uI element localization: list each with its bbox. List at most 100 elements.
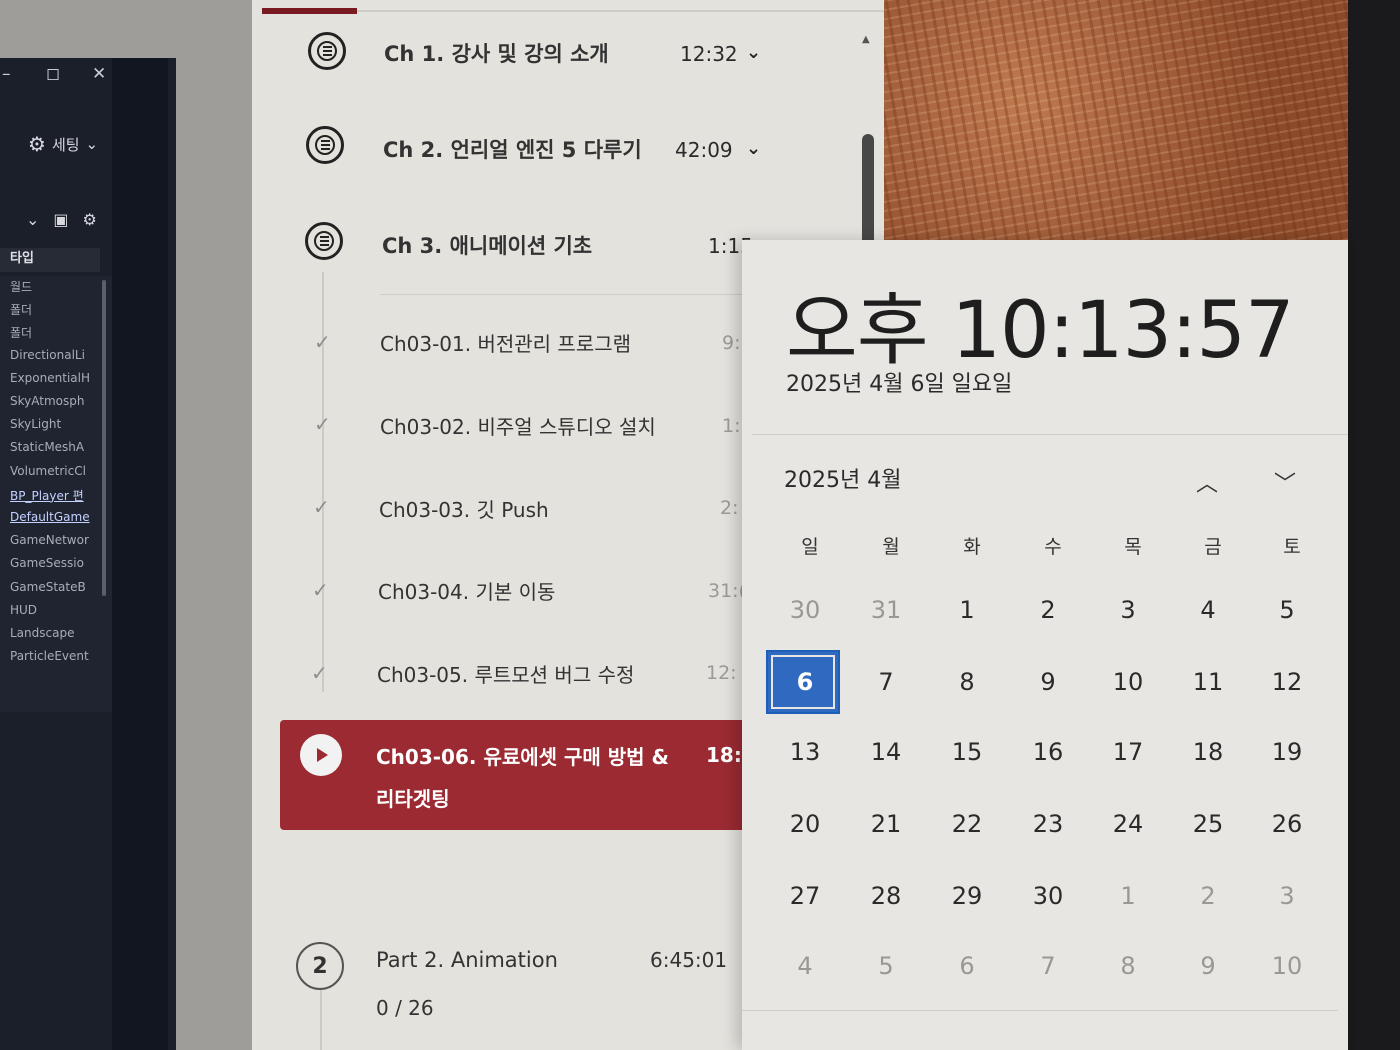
outliner-item[interactable]: 폴더 bbox=[10, 301, 98, 318]
active-lesson-title-line2: 리타겟팅 bbox=[376, 787, 450, 811]
scroll-up-icon[interactable]: ▲ bbox=[862, 34, 870, 45]
outliner-scrollbar[interactable] bbox=[102, 280, 106, 596]
outliner-item[interactable]: ParticleEvent bbox=[10, 649, 98, 663]
calendar-day[interactable]: 12 bbox=[1252, 652, 1322, 712]
calendar-day[interactable]: 7 bbox=[1013, 936, 1083, 996]
active-tab-indicator bbox=[262, 8, 357, 14]
outliner-item[interactable]: StaticMeshA bbox=[10, 440, 98, 454]
chevron-down-icon[interactable]: ⌄ bbox=[26, 210, 39, 229]
outliner-item[interactable]: Landscape bbox=[10, 626, 98, 640]
calendar-day[interactable]: 10 bbox=[1252, 936, 1322, 996]
calendar-day[interactable]: 14 bbox=[851, 722, 921, 782]
calendar-day[interactable]: 6 bbox=[932, 936, 1002, 996]
divider bbox=[357, 10, 884, 12]
calendar-day[interactable]: 8 bbox=[932, 652, 1002, 712]
chevron-down-icon[interactable]: ⌄ bbox=[746, 42, 761, 63]
lesson-duration: 9: bbox=[722, 332, 741, 354]
chapter-title[interactable]: Ch 2. 언리얼 엔진 5 다루기 bbox=[383, 134, 642, 164]
calendar-day[interactable]: 2 bbox=[1173, 866, 1243, 926]
settings-button[interactable]: ⚙ 세팅 ⌄ bbox=[28, 132, 98, 156]
month-label[interactable]: 2025년 4월 bbox=[784, 462, 901, 494]
folder-add-icon[interactable]: ▣ bbox=[53, 210, 68, 229]
calendar-day[interactable]: 25 bbox=[1173, 794, 1243, 854]
active-lesson[interactable] bbox=[280, 720, 750, 830]
outliner-item[interactable]: ExponentialH bbox=[10, 371, 98, 385]
calendar-day[interactable]: 16 bbox=[1013, 722, 1083, 782]
scrollbar-thumb[interactable] bbox=[862, 134, 874, 254]
lesson-title[interactable]: Ch03-03. 깃 Push bbox=[379, 494, 549, 523]
calendar-day[interactable]: 7 bbox=[851, 652, 921, 712]
outliner-item[interactable]: DefaultGame bbox=[10, 510, 98, 524]
outliner-item[interactable]: VolumetricCl bbox=[10, 464, 98, 478]
outliner-item[interactable]: 월드 bbox=[10, 278, 98, 295]
previous-month-icon[interactable]: ︿ bbox=[1196, 466, 1218, 498]
check-icon: ✓ bbox=[312, 578, 329, 602]
close-button[interactable]: ✕ bbox=[92, 64, 106, 84]
outliner-item[interactable]: DirectionalLi bbox=[10, 348, 98, 362]
part-title[interactable]: Part 2. Animation bbox=[376, 948, 558, 972]
calendar-day[interactable]: 23 bbox=[1013, 794, 1083, 854]
calendar-day[interactable]: 30 bbox=[1013, 866, 1083, 926]
weekday-header: 수 bbox=[1044, 536, 1062, 558]
calendar-day[interactable]: 4 bbox=[1173, 580, 1243, 640]
calendar-day[interactable]: 19 bbox=[1252, 722, 1322, 782]
calendar-day[interactable]: 17 bbox=[1093, 722, 1163, 782]
calendar-day[interactable]: 30 bbox=[770, 580, 840, 640]
lesson-title[interactable]: Ch03-02. 비주얼 스튜디오 설치 bbox=[380, 411, 656, 440]
calendar-day[interactable]: 1 bbox=[1093, 866, 1163, 926]
next-month-icon[interactable]: ﹀ bbox=[1274, 466, 1296, 498]
chapter-title[interactable]: Ch 1. 강사 및 강의 소개 bbox=[384, 38, 609, 68]
calendar-day-today[interactable]: 6 bbox=[770, 652, 840, 712]
calendar-day[interactable]: 27 bbox=[770, 866, 840, 926]
calendar-day[interactable]: 22 bbox=[932, 794, 1002, 854]
calendar-day[interactable]: 21 bbox=[851, 794, 921, 854]
calendar-day[interactable]: 2 bbox=[1013, 580, 1083, 640]
play-icon[interactable] bbox=[300, 734, 342, 776]
outliner-item[interactable]: BP_Player 편 bbox=[10, 487, 98, 504]
outliner-item[interactable]: GameStateB bbox=[10, 580, 98, 594]
gear-icon[interactable]: ⚙ bbox=[83, 210, 97, 229]
lesson-title[interactable]: Ch03-04. 기본 이동 bbox=[378, 576, 555, 605]
outliner-type-header[interactable]: 타입 bbox=[0, 248, 100, 272]
active-lesson-duration: 18: bbox=[706, 743, 742, 767]
calendar-day[interactable]: 13 bbox=[770, 722, 840, 782]
desktop-wallpaper bbox=[884, 0, 1348, 250]
calendar-day[interactable]: 10 bbox=[1093, 652, 1163, 712]
restore-button[interactable]: ◻ bbox=[46, 64, 60, 84]
chevron-down-icon[interactable]: ⌄ bbox=[746, 138, 761, 159]
full-date[interactable]: 2025년 4월 6일 일요일 bbox=[786, 366, 1012, 398]
calendar-day[interactable]: 28 bbox=[851, 866, 921, 926]
lesson-title[interactable]: Ch03-01. 버전관리 프로그램 bbox=[380, 328, 631, 357]
calendar-day[interactable]: 3 bbox=[1252, 866, 1322, 926]
minimize-button[interactable]: – bbox=[2, 64, 11, 84]
calendar-day[interactable]: 3 bbox=[1093, 580, 1163, 640]
calendar-day[interactable]: 20 bbox=[770, 794, 840, 854]
calendar-day[interactable]: 9 bbox=[1173, 936, 1243, 996]
calendar-day[interactable]: 24 bbox=[1093, 794, 1163, 854]
chapter-title[interactable]: Ch 3. 애니메이션 기초 bbox=[382, 230, 592, 260]
calendar-day[interactable]: 15 bbox=[932, 722, 1002, 782]
check-icon: ✓ bbox=[311, 661, 328, 685]
editor-side-panel bbox=[112, 58, 168, 1050]
calendar-day[interactable]: 18 bbox=[1173, 722, 1243, 782]
calendar-day[interactable]: 26 bbox=[1252, 794, 1322, 854]
lesson-duration: 31:( bbox=[708, 580, 746, 602]
outliner-item[interactable]: SkyLight bbox=[10, 417, 98, 431]
chapter-list-icon bbox=[305, 222, 343, 260]
calendar-day[interactable]: 4 bbox=[770, 936, 840, 996]
calendar-day[interactable]: 29 bbox=[932, 866, 1002, 926]
calendar-day[interactable]: 8 bbox=[1093, 936, 1163, 996]
calendar-day[interactable]: 5 bbox=[851, 936, 921, 996]
outliner-item[interactable]: 폴더 bbox=[10, 324, 98, 341]
outliner-item[interactable]: SkyAtmosph bbox=[10, 394, 98, 408]
outliner-item[interactable]: HUD bbox=[10, 603, 98, 617]
calendar-day[interactable]: 5 bbox=[1252, 580, 1322, 640]
settings-label: 세팅 bbox=[51, 135, 80, 154]
calendar-day[interactable]: 31 bbox=[851, 580, 921, 640]
calendar-day[interactable]: 1 bbox=[932, 580, 1002, 640]
outliner-item[interactable]: GameSessio bbox=[10, 556, 98, 570]
calendar-day[interactable]: 9 bbox=[1013, 652, 1083, 712]
calendar-day[interactable]: 11 bbox=[1173, 652, 1243, 712]
lesson-title[interactable]: Ch03-05. 루트모션 버그 수정 bbox=[377, 659, 634, 688]
outliner-item[interactable]: GameNetwor bbox=[10, 533, 98, 547]
